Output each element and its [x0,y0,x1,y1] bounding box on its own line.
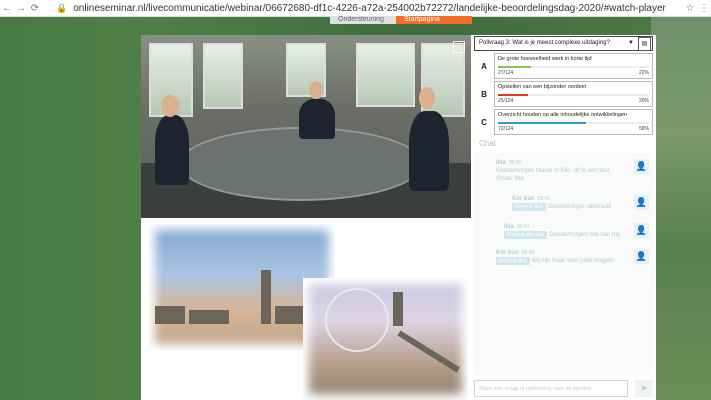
chat-text: Goedemorgen allemaal! [547,204,612,210]
tab-startpagina[interactable]: Startpagina [396,16,472,24]
chat-message: Ilka 09:40 Goedemorgen Mariel of Kiki, di… [496,159,628,183]
chat-message: Ilka 09:41 Reply to Kin Sun Goedemorgen oo… [504,223,630,239]
poll-option-fill [498,66,532,68]
studio-window [356,43,415,107]
video-player[interactable] [141,35,471,218]
more-icon[interactable]: ⋮ [697,3,711,14]
poll-option-fill [498,122,586,124]
fullscreen-icon[interactable] [453,41,465,53]
poll-option-card[interactable]: Opstellen van een bijzonder oordeel 25/1… [494,81,653,107]
chevron-down-icon[interactable]: ▼ [628,37,634,50]
user-icon: 👤 [634,249,649,264]
chat-text: Wij zijn klaar voor jullie vragen! [531,258,614,264]
poll-option-percent: 20% [638,98,649,104]
slide-area [141,218,471,400]
chat-time: 09:40 [509,160,522,166]
presenter-right-head [419,87,435,109]
tower-shape [393,292,403,326]
studio-window [203,43,243,109]
aerial-background-strip [651,16,711,400]
arrow-right-icon[interactable]: → [14,3,28,14]
building-shape [189,310,229,324]
chat-title: Chat [479,139,496,148]
reply-tag: Reply to Ilka [496,257,530,265]
chat-author: Ilka [496,160,507,166]
chat-time: 09:41 [517,224,530,230]
chat-text: Goedemorgen ook van mij. [549,232,622,238]
poll-option-bar [498,122,649,124]
poll-option-card[interactable]: De grote hoeveelheid werk in korte tijd … [494,53,653,79]
poll-question[interactable]: Pollvraag 3: Wat is je meest complexe ui… [474,36,653,51]
poll-option-bar [498,94,649,96]
poll-option-count: 72/124 [498,126,514,132]
presenter-center-head [309,81,323,99]
poll-option-card[interactable]: Overzicht houden op alle inhoudelijke on… [494,109,653,135]
pier-shape [397,330,460,373]
ferris-wheel-shape [325,288,389,352]
poll-option-count: 25/124 [498,98,514,104]
poll-option-letter: C [481,117,487,127]
poll-option-text: Overzicht houden op alle inhoudelijke on… [498,112,628,118]
chat-time: 09:42 [521,250,535,256]
poll-option-c[interactable]: C Overzicht houden op alle inhoudelijke … [474,109,653,135]
ferris-wheel-photo [303,278,468,400]
tab-ondersteuning[interactable]: Ondersteuning [330,16,396,24]
reload-icon[interactable]: ⟳ [28,3,42,14]
chat-author: Kin Sun [496,250,519,256]
star-icon[interactable]: ☆ [683,3,697,14]
poll-question-text: Pollvraag 3: Wat is je meest complexe ui… [479,40,610,46]
poll-option-count: 27/124 [498,70,514,76]
chat-text: Goedemorgen Mariel of Kiki, dit is een t… [496,168,611,182]
chat-author: Kin Sun [512,196,535,202]
presenter-left-head [161,95,179,117]
chat-message: Kin Sun 09:42 Reply to Ilka Wij zijn klaar… [496,249,630,265]
user-icon: 👤 [634,223,649,238]
poll-option-letter: A [481,61,487,71]
building-shape [155,306,185,324]
browser-address-bar: ← → ⟳ 🔒 onlineseminar.nl/livecommunicati… [0,0,711,17]
reply-tag: Reply to Kin Sun [504,231,548,239]
poll-option-b[interactable]: B Opstellen van een bijzonder oordeel 25… [474,81,653,107]
poll-option-percent: 58% [638,126,649,132]
chat-author: Ilka [504,224,515,230]
poll-option-text: Opstellen van een bijzonder oordeel [498,84,587,90]
poll-option-bar [498,66,649,68]
tower-shape [261,270,271,324]
chat-time: 09:41 [537,196,551,202]
chat-messages: Ilka 09:40 Goedemorgen Mariel of Kiki, di… [474,153,653,375]
top-tabs: Ondersteuning Startpagina [330,16,472,24]
poll-option-percent: 22% [638,70,649,76]
user-icon: 👤 [634,195,649,210]
presenter-left [155,115,189,185]
user-icon: 👤 [634,159,649,174]
poll-option-text: De grote hoeveelheid werk in korte tijd [498,56,592,62]
url-text[interactable]: onlineseminar.nl/livecommunicatie/webina… [73,3,683,14]
lock-icon[interactable]: 🔒 [56,3,67,14]
poll-option-letter: B [481,89,487,99]
interaction-panel: Pollvraag 3: Wat is je meest complexe ui… [471,35,656,400]
arrow-left-icon[interactable]: ← [0,3,14,14]
reply-tag: Reply to Ilka [512,203,546,211]
send-icon[interactable]: ➤ [635,380,653,397]
clipboard-icon[interactable]: ▤ [638,36,651,51]
chat-input[interactable]: Stuur een vraag of opmerking naar de spr… [474,380,628,397]
presenter-center [299,99,335,139]
chat-message: Kin Sun 09:41 Reply to Ilka Goedemorgen al… [512,195,630,211]
poll-option-a[interactable]: A De grote hoeveelheid werk in korte tij… [474,53,653,79]
poll-option-fill [498,94,529,96]
presenter-right [409,111,449,191]
